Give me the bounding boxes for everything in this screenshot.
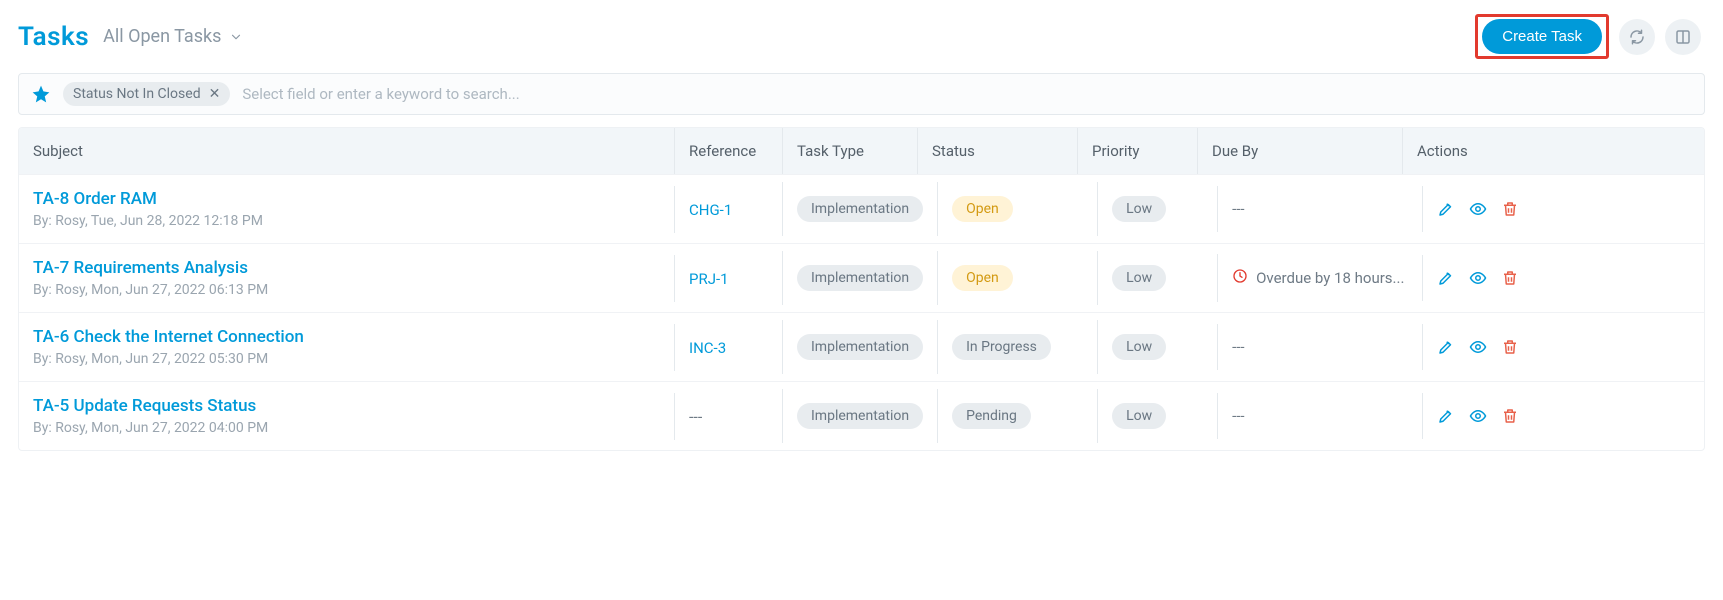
task-byline: By: Rosy, Tue, Jun 28, 2022 12:18 PM — [33, 213, 660, 229]
page-title: Tasks — [18, 22, 89, 52]
task-type-pill: Implementation — [797, 334, 923, 360]
table-row: TA-6 Check the Internet Connection By: Ro… — [19, 312, 1704, 381]
view-icon[interactable] — [1469, 269, 1487, 287]
refresh-button[interactable] — [1619, 19, 1655, 55]
filter-chip-label: Status Not In Closed — [73, 86, 201, 102]
create-task-highlight: Create Task — [1475, 14, 1609, 59]
delete-icon[interactable] — [1501, 338, 1519, 356]
task-priority-pill: Low — [1112, 196, 1166, 222]
task-due-by: --- — [1232, 338, 1244, 356]
table-row: TA-7 Requirements Analysis By: Rosy, Mon,… — [19, 243, 1704, 312]
columns-button[interactable] — [1665, 19, 1701, 55]
task-type-pill: Implementation — [797, 265, 923, 291]
task-status-pill: Open — [952, 265, 1013, 291]
table-row: TA-8 Order RAM By: Rosy, Tue, Jun 28, 202… — [19, 174, 1704, 243]
task-priority-pill: Low — [1112, 403, 1166, 429]
task-priority-pill: Low — [1112, 265, 1166, 291]
task-table: Subject Reference Task Type Status Prior… — [18, 127, 1705, 451]
task-reference[interactable]: CHG-1 — [689, 201, 732, 219]
col-reference[interactable]: Reference — [674, 128, 782, 174]
task-due-by: Overdue by 18 hours... — [1256, 269, 1404, 287]
view-icon[interactable] — [1469, 200, 1487, 218]
filter-chip-remove[interactable]: ✕ — [209, 86, 221, 102]
filter-dropdown-label: All Open Tasks — [103, 26, 221, 47]
task-reference[interactable]: PRJ-1 — [689, 270, 729, 288]
star-icon[interactable] — [31, 84, 51, 104]
search-input[interactable]: Select field or enter a keyword to searc… — [242, 85, 1692, 103]
task-due-by: --- — [1232, 407, 1244, 425]
view-icon[interactable] — [1469, 407, 1487, 425]
task-reference[interactable]: INC-3 — [689, 339, 726, 357]
search-bar[interactable]: Status Not In Closed ✕ Select field or e… — [18, 73, 1705, 115]
task-status-pill: Open — [952, 196, 1013, 222]
col-task-type[interactable]: Task Type — [782, 128, 917, 174]
edit-icon[interactable] — [1437, 338, 1455, 356]
edit-icon[interactable] — [1437, 407, 1455, 425]
col-actions: Actions — [1402, 128, 1704, 174]
col-priority[interactable]: Priority — [1077, 128, 1197, 174]
overdue-clock-icon — [1232, 268, 1248, 288]
create-task-button[interactable]: Create Task — [1482, 19, 1602, 54]
filter-dropdown[interactable]: All Open Tasks — [103, 26, 243, 47]
task-byline: By: Rosy, Mon, Jun 27, 2022 04:00 PM — [33, 420, 660, 436]
task-type-pill: Implementation — [797, 403, 923, 429]
task-subject-link[interactable]: TA-5 Update Requests Status — [33, 396, 660, 416]
delete-icon[interactable] — [1501, 269, 1519, 287]
task-reference: --- — [689, 407, 702, 426]
col-subject[interactable]: Subject — [19, 128, 674, 174]
task-status-pill: In Progress — [952, 334, 1051, 360]
delete-icon[interactable] — [1501, 407, 1519, 425]
task-type-pill: Implementation — [797, 196, 923, 222]
task-byline: By: Rosy, Mon, Jun 27, 2022 06:13 PM — [33, 282, 660, 298]
task-subject-link[interactable]: TA-8 Order RAM — [33, 189, 660, 209]
col-due-by[interactable]: Due By — [1197, 128, 1402, 174]
task-byline: By: Rosy, Mon, Jun 27, 2022 05:30 PM — [33, 351, 660, 367]
task-status-pill: Pending — [952, 403, 1031, 429]
task-subject-link[interactable]: TA-7 Requirements Analysis — [33, 258, 660, 278]
page-header: Tasks All Open Tasks Create Task — [0, 0, 1723, 69]
task-priority-pill: Low — [1112, 334, 1166, 360]
filter-chip-status[interactable]: Status Not In Closed ✕ — [63, 82, 230, 106]
table-row: TA-5 Update Requests Status By: Rosy, Mon… — [19, 381, 1704, 450]
table-header: Subject Reference Task Type Status Prior… — [19, 128, 1704, 174]
edit-icon[interactable] — [1437, 200, 1455, 218]
edit-icon[interactable] — [1437, 269, 1455, 287]
task-due-by: --- — [1232, 200, 1244, 218]
refresh-icon — [1628, 28, 1646, 46]
delete-icon[interactable] — [1501, 200, 1519, 218]
chevron-down-icon — [229, 30, 243, 44]
columns-icon — [1674, 28, 1692, 46]
col-status[interactable]: Status — [917, 128, 1077, 174]
task-subject-link[interactable]: TA-6 Check the Internet Connection — [33, 327, 660, 347]
view-icon[interactable] — [1469, 338, 1487, 356]
